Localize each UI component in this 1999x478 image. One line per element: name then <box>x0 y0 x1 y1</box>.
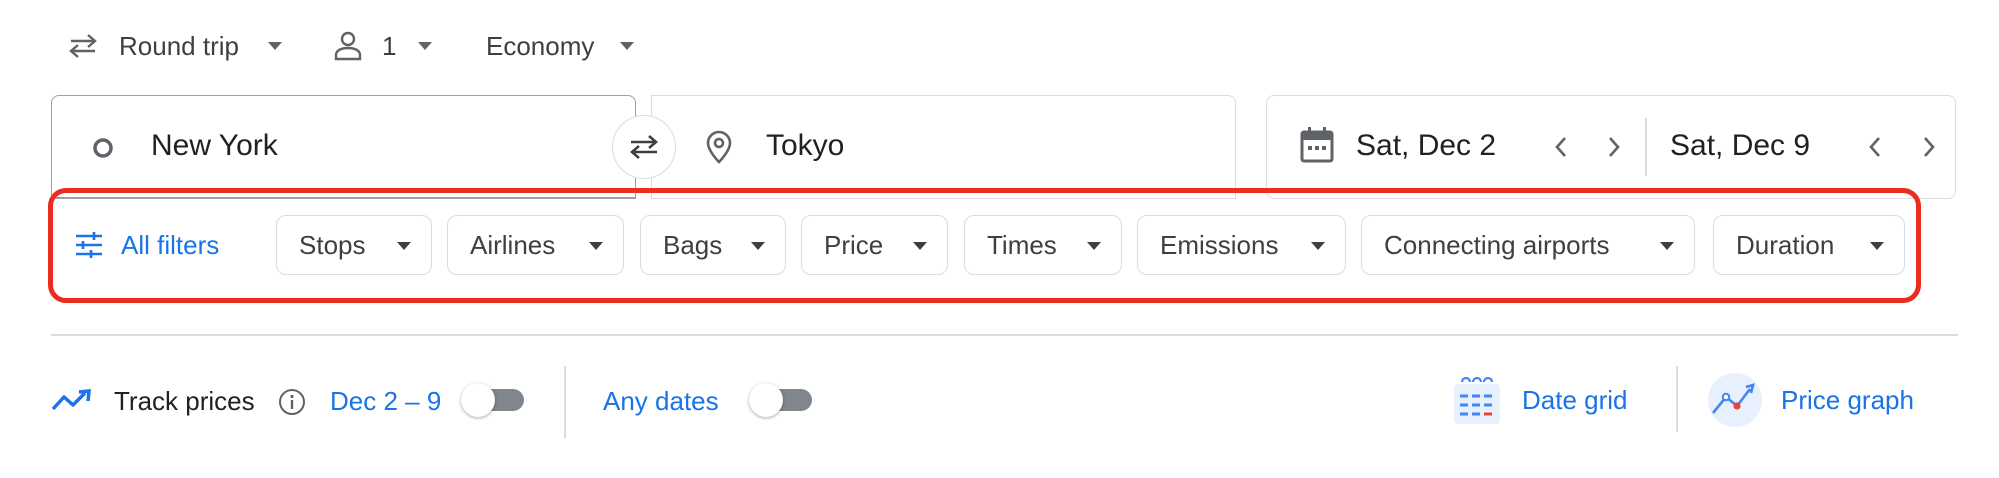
vertical-divider <box>564 366 566 438</box>
location-pin-icon <box>706 130 732 164</box>
caret-down-icon <box>1870 242 1884 250</box>
any-dates-toggle[interactable] <box>748 380 818 420</box>
tune-icon <box>76 232 102 258</box>
stops-filter-chip[interactable]: Stops <box>276 215 432 275</box>
section-divider <box>51 334 1958 336</box>
date-grid-label: Date grid <box>1522 384 1628 415</box>
chip-label: Emissions <box>1160 229 1279 260</box>
chevron-right-icon[interactable] <box>1607 136 1621 158</box>
chip-label: Times <box>987 229 1057 260</box>
date-range-field[interactable]: Sat, Dec 2 Sat, Dec 9 <box>1266 95 1956 199</box>
swap-arrows-icon <box>69 34 97 58</box>
all-filters-label: All filters <box>121 229 220 260</box>
origin-field[interactable]: New York <box>51 95 636 199</box>
caret-down-icon <box>751 242 765 250</box>
caret-down-icon <box>418 42 433 50</box>
info-icon[interactable] <box>278 388 306 416</box>
chevron-right-icon[interactable] <box>1922 136 1936 158</box>
caret-down-icon <box>620 42 635 50</box>
chip-label: Bags <box>663 229 723 260</box>
caret-down-icon <box>1311 242 1325 250</box>
cabin-class-select[interactable]: Economy <box>486 28 635 64</box>
date-divider <box>1645 118 1647 176</box>
date-grid-icon <box>1454 376 1500 424</box>
calendar-icon <box>1300 127 1334 163</box>
track-dates-toggle[interactable] <box>460 380 530 420</box>
airlines-filter-chip[interactable]: Airlines <box>447 215 624 275</box>
chevron-left-icon[interactable] <box>1868 136 1882 158</box>
toggle-knob <box>461 383 495 417</box>
times-filter-chip[interactable]: Times <box>964 215 1122 275</box>
vertical-divider <box>1676 366 1678 432</box>
person-icon <box>334 31 362 61</box>
caret-down-icon <box>589 242 603 250</box>
chip-label: Connecting airports <box>1384 229 1610 260</box>
bags-filter-chip[interactable]: Bags <box>640 215 786 275</box>
destination-field[interactable]: Tokyo <box>651 95 1236 199</box>
trip-type-select[interactable]: Round trip <box>66 28 282 64</box>
swap-locations-button[interactable] <box>612 115 676 179</box>
origin-circle-icon <box>93 138 113 158</box>
trend-line-icon <box>51 389 91 411</box>
price-graph-icon <box>1708 373 1762 427</box>
price-graph-label: Price graph <box>1781 384 1914 415</box>
all-filters-button[interactable]: All filters <box>74 226 219 264</box>
destination-text: Tokyo <box>766 129 845 162</box>
chip-label: Duration <box>1736 229 1835 260</box>
price-filter-chip[interactable]: Price <box>801 215 948 275</box>
passenger-select[interactable]: 1 <box>334 28 433 64</box>
track-date-range: Dec 2 – 9 <box>330 386 442 416</box>
depart-date-text: Sat, Dec 2 <box>1356 129 1497 162</box>
chip-label: Stops <box>299 229 366 260</box>
price-graph-button[interactable]: Price graph <box>1706 372 1914 428</box>
caret-down-icon <box>913 242 927 250</box>
origin-text: New York <box>151 129 278 162</box>
chip-label: Airlines <box>470 229 556 260</box>
duration-filter-chip[interactable]: Duration <box>1713 215 1905 275</box>
trip-type-label: Round trip <box>119 30 239 61</box>
date-grid-button[interactable]: Date grid <box>1452 372 1628 428</box>
caret-down-icon <box>267 42 282 50</box>
caret-down-icon <box>1087 242 1101 250</box>
cabin-class-label: Economy <box>486 30 595 61</box>
connecting-airports-filter-chip[interactable]: Connecting airports <box>1361 215 1695 275</box>
toggle-knob <box>749 383 783 417</box>
chip-label: Price <box>824 229 884 260</box>
caret-down-icon <box>1660 242 1674 250</box>
passenger-count: 1 <box>382 30 397 61</box>
swap-arrows-icon <box>630 135 658 159</box>
track-prices-label: Track prices <box>114 386 255 416</box>
return-date-text: Sat, Dec 9 <box>1670 129 1811 162</box>
emissions-filter-chip[interactable]: Emissions <box>1137 215 1346 275</box>
caret-down-icon <box>397 242 411 250</box>
chevron-left-icon[interactable] <box>1554 136 1568 158</box>
any-dates-label: Any dates <box>603 386 719 416</box>
